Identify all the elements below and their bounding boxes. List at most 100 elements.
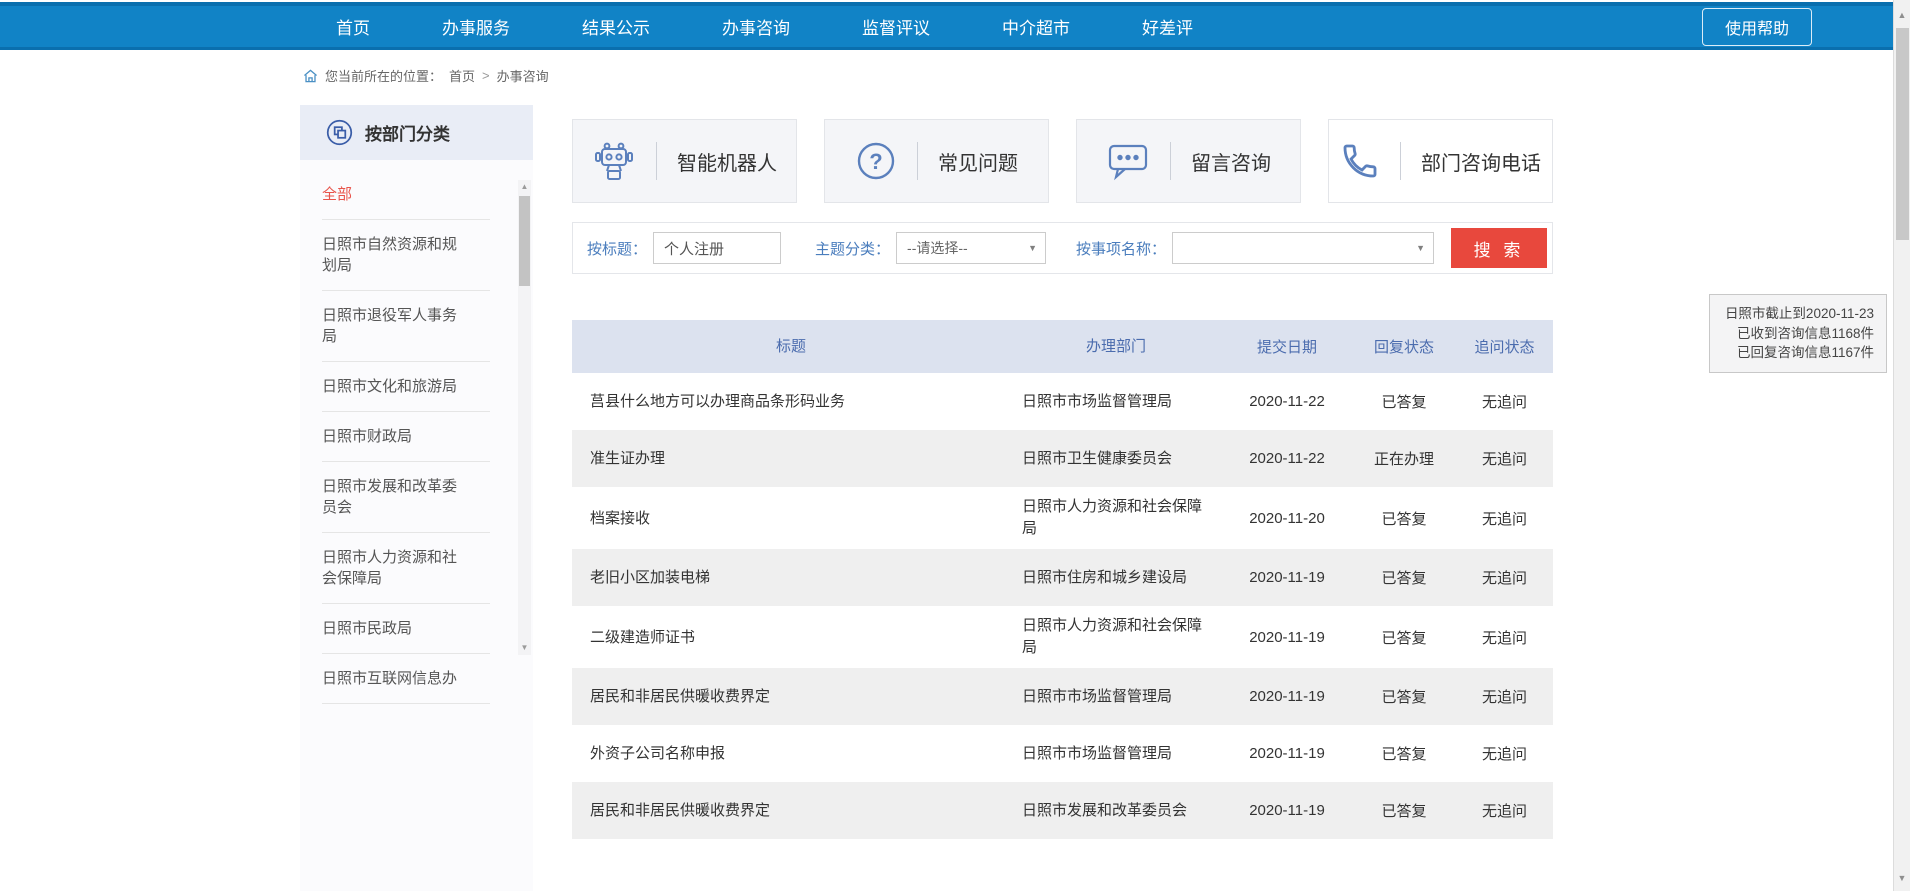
feature-label: 智能机器人: [677, 147, 777, 176]
category-filter-label: 主题分类：: [815, 238, 890, 259]
table-row[interactable]: 准生证办理 日照市卫生健康委员会 2020-11-22 正在办理 无追问: [572, 430, 1553, 487]
smart-robot-button[interactable]: 智能机器人: [572, 119, 797, 203]
row-title[interactable]: 老旧小区加装电梯: [572, 567, 1010, 588]
category-select-value: --请选择--: [907, 238, 968, 258]
row-title[interactable]: 外资子公司名称申报: [572, 743, 1010, 764]
sidebar-item-culture-tourism[interactable]: 日照市文化和旅游局: [322, 362, 490, 412]
nav-item-supervision[interactable]: 监督评议: [862, 14, 930, 39]
message-icon: [1106, 141, 1150, 181]
consultation-table: 标题 办理部门 提交日期 回复状态 追问状态 莒县什么地方可以办理商品条形码业务…: [572, 320, 1553, 839]
row-reply-status: 已答复: [1352, 627, 1456, 648]
row-followup-status: 无追问: [1456, 567, 1553, 588]
row-department: 日照市人力资源和社会保障局: [1010, 615, 1222, 659]
header-followup-status: 追问状态: [1456, 336, 1553, 357]
search-bar: 按标题： 主题分类： --请选择-- ▼ 按事项名称： ▼ 搜 索: [572, 222, 1553, 274]
row-date: 2020-11-19: [1222, 745, 1352, 762]
table-row[interactable]: 居民和非居民供暖收费界定 日照市发展和改革委员会 2020-11-19 已答复 …: [572, 782, 1553, 839]
row-reply-status: 已答复: [1352, 800, 1456, 821]
table-row[interactable]: 莒县什么地方可以办理商品条形码业务 日照市市场监督管理局 2020-11-22 …: [572, 373, 1553, 430]
row-department: 日照市市场监督管理局: [1010, 686, 1222, 708]
divider: [1400, 142, 1401, 180]
breadcrumb-prefix: 您当前所在的位置：: [325, 66, 442, 85]
scroll-up-icon[interactable]: ▲: [1894, 10, 1910, 20]
row-title[interactable]: 居民和非居民供暖收费界定: [572, 686, 1010, 707]
row-department: 日照市住房和城乡建设局: [1010, 567, 1222, 589]
sidebar-scrollbar[interactable]: ▲ ▼: [518, 180, 531, 655]
header-title: 标题: [572, 336, 1010, 357]
sidebar-item-natural-resources[interactable]: 日照市自然资源和规划局: [322, 220, 490, 291]
divider: [917, 142, 918, 180]
table-row[interactable]: 外资子公司名称申报 日照市市场监督管理局 2020-11-19 已答复 无追问: [572, 725, 1553, 782]
stats-line-received: 已收到咨询信息1168件: [1722, 324, 1874, 344]
row-department: 日照市发展和改革委员会: [1010, 800, 1222, 822]
table-row[interactable]: 档案接收 日照市人力资源和社会保障局 2020-11-20 已答复 无追问: [572, 487, 1553, 549]
category-select[interactable]: --请选择-- ▼: [896, 232, 1046, 264]
nav-item-rating[interactable]: 好差评: [1142, 14, 1193, 39]
header-department: 办理部门: [1010, 336, 1222, 358]
search-button[interactable]: 搜 索: [1451, 228, 1547, 268]
row-followup-status: 无追问: [1456, 686, 1553, 707]
item-name-filter-label: 按事项名称：: [1076, 238, 1166, 259]
row-followup-status: 无追问: [1456, 508, 1553, 529]
sidebar-item-human-resources[interactable]: 日照市人力资源和社会保障局: [322, 533, 490, 604]
leave-message-button[interactable]: 留言咨询: [1076, 119, 1301, 203]
divider: [1170, 142, 1171, 180]
category-icon: [326, 119, 353, 146]
nav-item-consult[interactable]: 办事咨询: [722, 14, 790, 39]
row-followup-status: 无追问: [1456, 743, 1553, 764]
breadcrumb-home-link[interactable]: 首页: [449, 66, 475, 85]
phone-icon: [1340, 141, 1380, 181]
page-scrollbar[interactable]: ▲ ▼: [1893, 0, 1910, 891]
title-search-input[interactable]: [653, 232, 781, 264]
feature-buttons-row: 智能机器人 ? 常见问题 留言咨询: [572, 119, 1553, 203]
row-title[interactable]: 莒县什么地方可以办理商品条形码业务: [572, 391, 1010, 412]
table-header-row: 标题 办理部门 提交日期 回复状态 追问状态: [572, 320, 1553, 373]
nav-item-agency-market[interactable]: 中介超市: [1002, 14, 1070, 39]
row-reply-status: 已答复: [1352, 686, 1456, 707]
row-department: 日照市人力资源和社会保障局: [1010, 496, 1222, 540]
sidebar-item-internet-info[interactable]: 日照市互联网信息办: [322, 654, 490, 704]
row-department: 日照市卫生健康委员会: [1010, 448, 1222, 470]
department-phone-button[interactable]: 部门咨询电话: [1328, 119, 1553, 203]
sidebar-title: 按部门分类: [365, 120, 450, 145]
sidebar-header: 按部门分类: [300, 105, 533, 160]
nav-menu: 首页 办事服务 结果公示 办事咨询 监督评议 中介超市 好差评: [336, 14, 1193, 39]
row-department: 日照市市场监督管理局: [1010, 743, 1222, 765]
row-reply-status: 已答复: [1352, 508, 1456, 529]
table-row[interactable]: 老旧小区加装电梯 日照市住房和城乡建设局 2020-11-19 已答复 无追问: [572, 549, 1553, 606]
robot-icon: [592, 139, 636, 183]
row-title[interactable]: 二级建造师证书: [572, 627, 1010, 648]
row-department: 日照市市场监督管理局: [1010, 391, 1222, 413]
help-button[interactable]: 使用帮助: [1702, 8, 1812, 46]
breadcrumb: 您当前所在的位置： 首页 > 办事咨询: [303, 66, 549, 85]
scroll-down-icon[interactable]: ▼: [1894, 873, 1910, 883]
scroll-up-icon[interactable]: ▲: [518, 182, 531, 192]
row-reply-status: 正在办理: [1352, 448, 1456, 469]
main-content: 智能机器人 ? 常见问题 留言咨询: [572, 119, 1553, 839]
sidebar-item-civil-affairs[interactable]: 日照市民政局: [322, 604, 490, 654]
sidebar-item-development-reform[interactable]: 日照市发展和改革委员会: [322, 462, 490, 533]
item-name-select[interactable]: ▼: [1172, 232, 1434, 264]
table-row[interactable]: 居民和非居民供暖收费界定 日照市市场监督管理局 2020-11-19 已答复 无…: [572, 668, 1553, 725]
sidebar-item-all[interactable]: 全部: [322, 170, 490, 220]
row-reply-status: 已答复: [1352, 391, 1456, 412]
sidebar-item-finance[interactable]: 日照市财政局: [322, 412, 490, 462]
feature-label: 部门咨询电话: [1421, 147, 1541, 176]
sidebar-item-veterans-affairs[interactable]: 日照市退役军人事务局: [322, 291, 490, 362]
scroll-down-icon[interactable]: ▼: [518, 643, 531, 653]
sidebar-scrollbar-thumb[interactable]: [519, 196, 530, 286]
row-date: 2020-11-19: [1222, 688, 1352, 705]
nav-item-services[interactable]: 办事服务: [442, 14, 510, 39]
row-title[interactable]: 居民和非居民供暖收费界定: [572, 800, 1010, 821]
row-followup-status: 无追问: [1456, 448, 1553, 469]
row-title[interactable]: 准生证办理: [572, 448, 1010, 469]
faq-button[interactable]: ? 常见问题: [824, 119, 1049, 203]
page-scrollbar-thumb[interactable]: [1896, 28, 1909, 240]
row-title[interactable]: 档案接收: [572, 508, 1010, 529]
table-row[interactable]: 二级建造师证书 日照市人力资源和社会保障局 2020-11-19 已答复 无追问: [572, 606, 1553, 668]
nav-item-home[interactable]: 首页: [336, 14, 370, 39]
home-icon: [303, 69, 318, 83]
svg-text:?: ?: [869, 149, 882, 174]
header-submit-date: 提交日期: [1222, 336, 1352, 357]
nav-item-results[interactable]: 结果公示: [582, 14, 650, 39]
